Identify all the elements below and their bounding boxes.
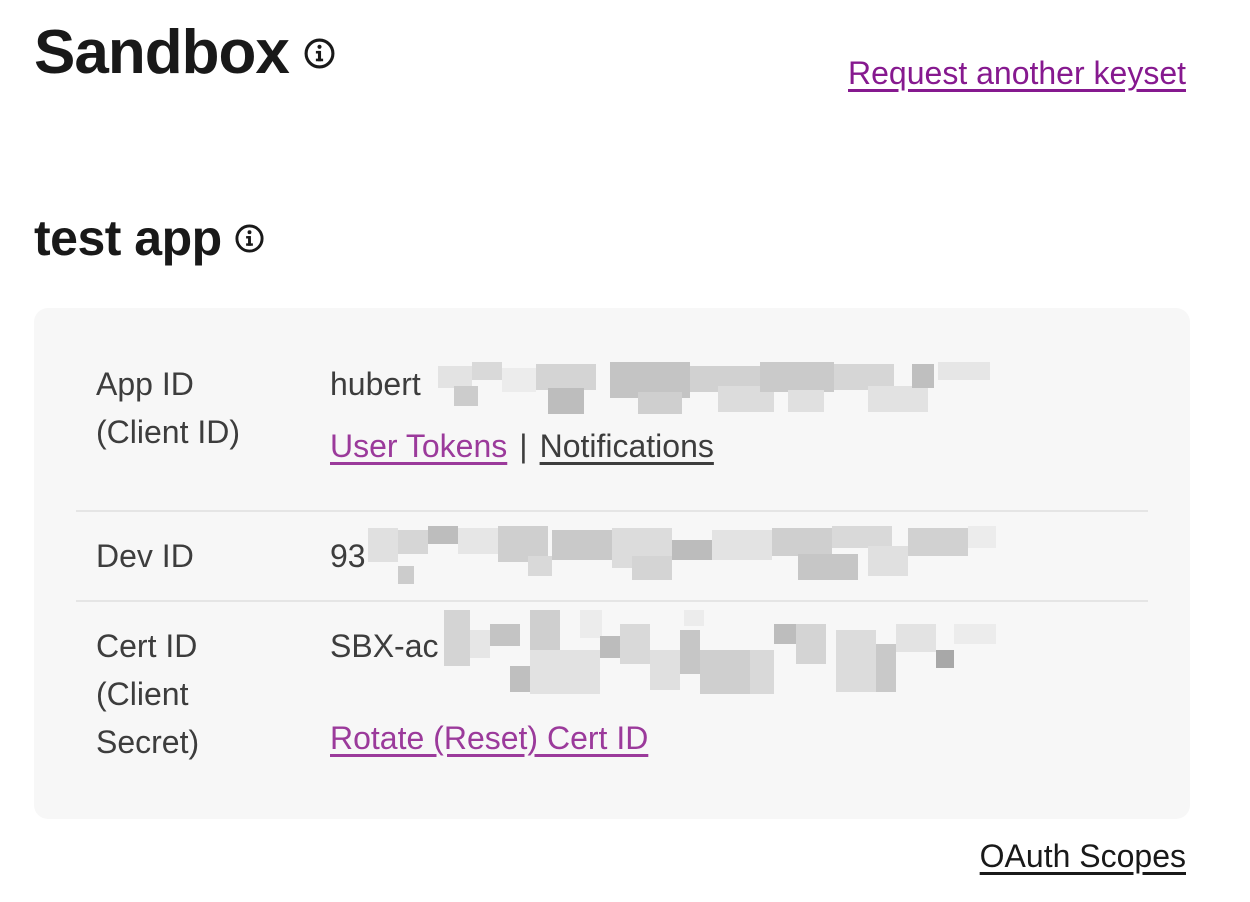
user-tokens-link[interactable]: User Tokens [330, 428, 507, 464]
info-icon[interactable] [303, 37, 336, 70]
page-title: Sandbox [34, 18, 290, 87]
notifications-link[interactable]: Notifications [540, 428, 714, 464]
dev-id-value: 93 [330, 538, 366, 574]
cert-id-row: Cert ID (Client Secret) SBX-ac Rotate (R… [76, 600, 1148, 821]
link-separator: | [519, 428, 528, 464]
rotate-cert-id-link[interactable]: Rotate (Reset) Cert ID [330, 720, 648, 756]
redacted-app-id-blur [438, 362, 990, 420]
cert-id-label: Cert ID (Client Secret) [96, 622, 316, 766]
cert-id-label-line: Secret) [96, 724, 200, 760]
redacted-cert-id-blur [444, 610, 996, 696]
redacted-dev-id-blur [368, 526, 996, 588]
sandbox-keys-page: Sandbox Request another keyset test app [0, 0, 1250, 902]
cert-id-value: SBX-ac [330, 628, 439, 664]
oauth-scopes-link[interactable]: OAuth Scopes [980, 838, 1186, 875]
dev-id-label: Dev ID [96, 538, 194, 574]
cert-id-label-line: Cert ID [96, 628, 198, 664]
app-id-value: hubert [330, 360, 421, 408]
app-id-label-line: (Client ID) [96, 414, 241, 450]
app-id-links: User Tokens | Notifications [330, 428, 714, 465]
cert-id-links: Rotate (Reset) Cert ID [330, 720, 648, 757]
dev-id-row: Dev ID 93 [76, 510, 1148, 600]
keyset-card: App ID (Client ID) hubert User Tokens | … [34, 308, 1190, 819]
info-icon[interactable] [234, 223, 265, 254]
app-id-label: App ID (Client ID) [96, 360, 316, 456]
app-id-row: App ID (Client ID) hubert User Tokens | … [76, 308, 1148, 510]
page-header: Sandbox [34, 22, 336, 84]
request-another-keyset-link[interactable]: Request another keyset [848, 55, 1186, 92]
app-name: test app [34, 210, 222, 266]
app-header: test app [34, 213, 265, 263]
app-id-label-line: App ID [96, 366, 194, 402]
cert-id-label-line: (Client [96, 676, 189, 712]
app-id-value-text: hubert [330, 366, 421, 402]
